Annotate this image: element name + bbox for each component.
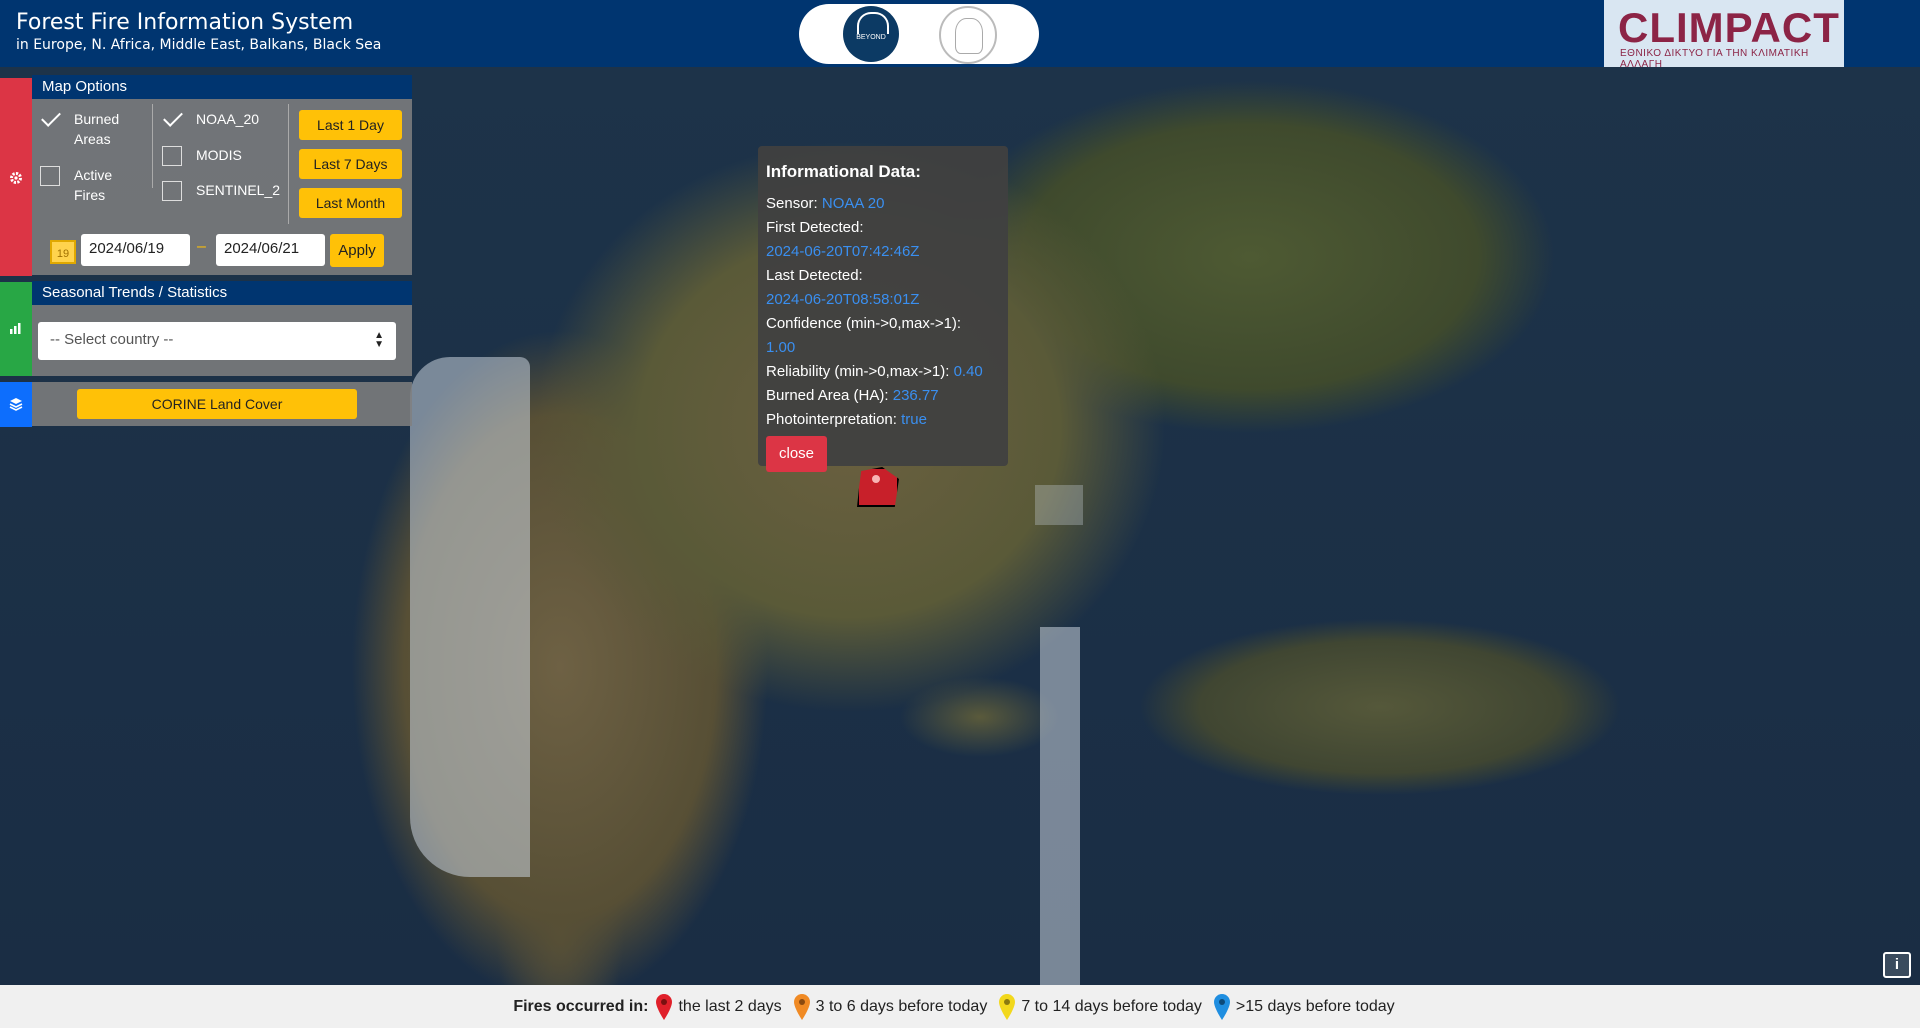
map-options-tab[interactable] <box>0 78 32 276</box>
first-detected-value: 2024-06-20T07:42:46Z <box>766 243 920 260</box>
legend-item: the last 2 days <box>656 993 782 1020</box>
close-button[interactable]: close <box>766 436 828 472</box>
photointerpretation-label: Photointerpretation: <box>766 411 897 428</box>
burned-area-label: Burned Area (HA): <box>766 387 889 404</box>
legend-text: 7 to 14 days before today <box>1021 997 1202 1015</box>
active-fires-label-line1: Active <box>74 167 113 183</box>
climpact-logo[interactable]: CLIMPACT ΕΘΝΙΚΟ ΔΙΚΤΥΟ ΓΙΑ ΤΗΝ ΚΛΙΜΑΤΙΚΗ… <box>1604 0 1844 70</box>
partner-logos: BEYOND <box>799 4 1039 64</box>
divider <box>152 104 153 188</box>
modis-label: MODIS <box>196 147 242 163</box>
confidence-label: Confidence (min->0,max->1): <box>766 315 962 332</box>
legend-text: 3 to 6 days before today <box>815 997 988 1015</box>
sensor-value: NOAA 20 <box>821 195 885 212</box>
last-month-button[interactable]: Last Month <box>299 188 402 218</box>
gear-icon <box>10 172 22 184</box>
info-popup: Informational Data: Sensor: NOAA 20 Firs… <box>758 146 1008 472</box>
sensor-label: Sensor: <box>766 195 818 212</box>
red-map-pin-icon <box>656 993 673 1020</box>
beyond-logo-text: BEYOND <box>856 34 886 41</box>
last-detected-value: 2024-06-20T08:58:01Z <box>766 291 920 308</box>
date-separator: – <box>197 238 206 255</box>
legend-label: Fires occurred in: <box>513 997 649 1015</box>
app-subtitle: in Europe, N. Africa, Middle East, Balka… <box>16 37 382 53</box>
last-1-day-button[interactable]: Last 1 Day <box>299 110 402 140</box>
blue-map-pin-icon <box>1213 993 1230 1020</box>
burned-areas-checkbox[interactable] <box>40 110 62 132</box>
map-options-title: Map Options <box>32 75 412 99</box>
select-arrows-icon: ▲ ▼ <box>374 330 384 350</box>
orange-map-pin-icon <box>793 993 810 1020</box>
university-seal-logo[interactable] <box>939 6 997 64</box>
date-to-input[interactable]: 2024/06/21 <box>216 234 325 266</box>
burned-areas-label-line2: Areas <box>74 131 111 147</box>
popup-photo-row: Photointerpretation: true <box>766 408 1000 432</box>
imagery-seam <box>1035 485 1083 525</box>
fire-age-legend: Fires occurred in: the last 2 days 3 to … <box>0 985 1920 1028</box>
beyond-logo[interactable]: BEYOND <box>843 6 899 62</box>
apply-button[interactable]: Apply <box>330 234 384 267</box>
popup-sensor-row: Sensor: NOAA 20 <box>766 192 1000 216</box>
burned-area-value: 236.77 <box>892 387 939 404</box>
noaa20-checkbox[interactable] <box>162 110 184 132</box>
layers-tab[interactable] <box>0 382 32 427</box>
active-fires-checkbox[interactable] <box>40 166 60 186</box>
country-select-value: -- Select country -- <box>50 331 174 348</box>
fire-marker[interactable] <box>872 475 880 483</box>
confidence-value: 1.00 <box>766 339 796 356</box>
bar-chart-icon <box>10 323 21 334</box>
legend-item: 3 to 6 days before today <box>793 993 988 1020</box>
popup-heading: Informational Data: <box>766 162 921 181</box>
calendar-icon[interactable]: 19 <box>50 240 76 264</box>
sentinel2-label: SENTINEL_2 <box>196 182 281 198</box>
reliability-value: 0.40 <box>953 363 983 380</box>
header-bar: Forest Fire Information System in Europe… <box>0 0 1920 70</box>
legend-item: >15 days before today <box>1213 993 1395 1020</box>
last-7-days-button[interactable]: Last 7 Days <box>299 149 402 179</box>
last-detected-label: Last Detected: <box>766 267 863 284</box>
popup-reliability-row: Reliability (min->0,max->1): 0.40 <box>766 360 1000 384</box>
country-select[interactable]: -- Select country -- ▲ ▼ <box>38 322 396 360</box>
corine-land-cover-button[interactable]: CORINE Land Cover <box>77 389 357 419</box>
climpact-name: CLIMPACT <box>1618 4 1840 51</box>
date-from-input[interactable]: 2024/06/19 <box>81 234 190 266</box>
reliability-label: Reliability (min->0,max->1): <box>766 363 950 380</box>
statistics-tab[interactable] <box>0 282 32 376</box>
imagery-seam <box>410 357 530 877</box>
divider <box>288 104 289 224</box>
active-fires-label: Active Fires <box>74 165 112 205</box>
burned-area-polygon[interactable] <box>857 467 899 507</box>
info-icon[interactable]: i <box>1883 952 1911 978</box>
legend-item: 7 to 14 days before today <box>999 993 1202 1020</box>
legend-text: the last 2 days <box>678 997 782 1015</box>
modis-checkbox[interactable] <box>162 146 182 166</box>
yellow-map-pin-icon <box>999 993 1016 1020</box>
imagery-seam <box>1040 627 1080 985</box>
photointerpretation-value: true <box>901 411 927 428</box>
legend-text: >15 days before today <box>1235 997 1395 1015</box>
popup-burned-row: Burned Area (HA): 236.77 <box>766 384 1000 408</box>
burned-areas-label: Burned Areas <box>74 109 119 149</box>
active-fires-label-line2: Fires <box>74 187 106 203</box>
sentinel2-checkbox[interactable] <box>162 181 182 201</box>
layers-icon <box>9 398 23 411</box>
seasonal-trends-title: Seasonal Trends / Statistics <box>32 281 412 305</box>
noaa20-label: NOAA_20 <box>196 111 260 127</box>
burned-areas-label-line1: Burned <box>74 111 120 127</box>
first-detected-label: First Detected: <box>766 219 864 236</box>
app-title: Forest Fire Information System <box>16 10 354 35</box>
